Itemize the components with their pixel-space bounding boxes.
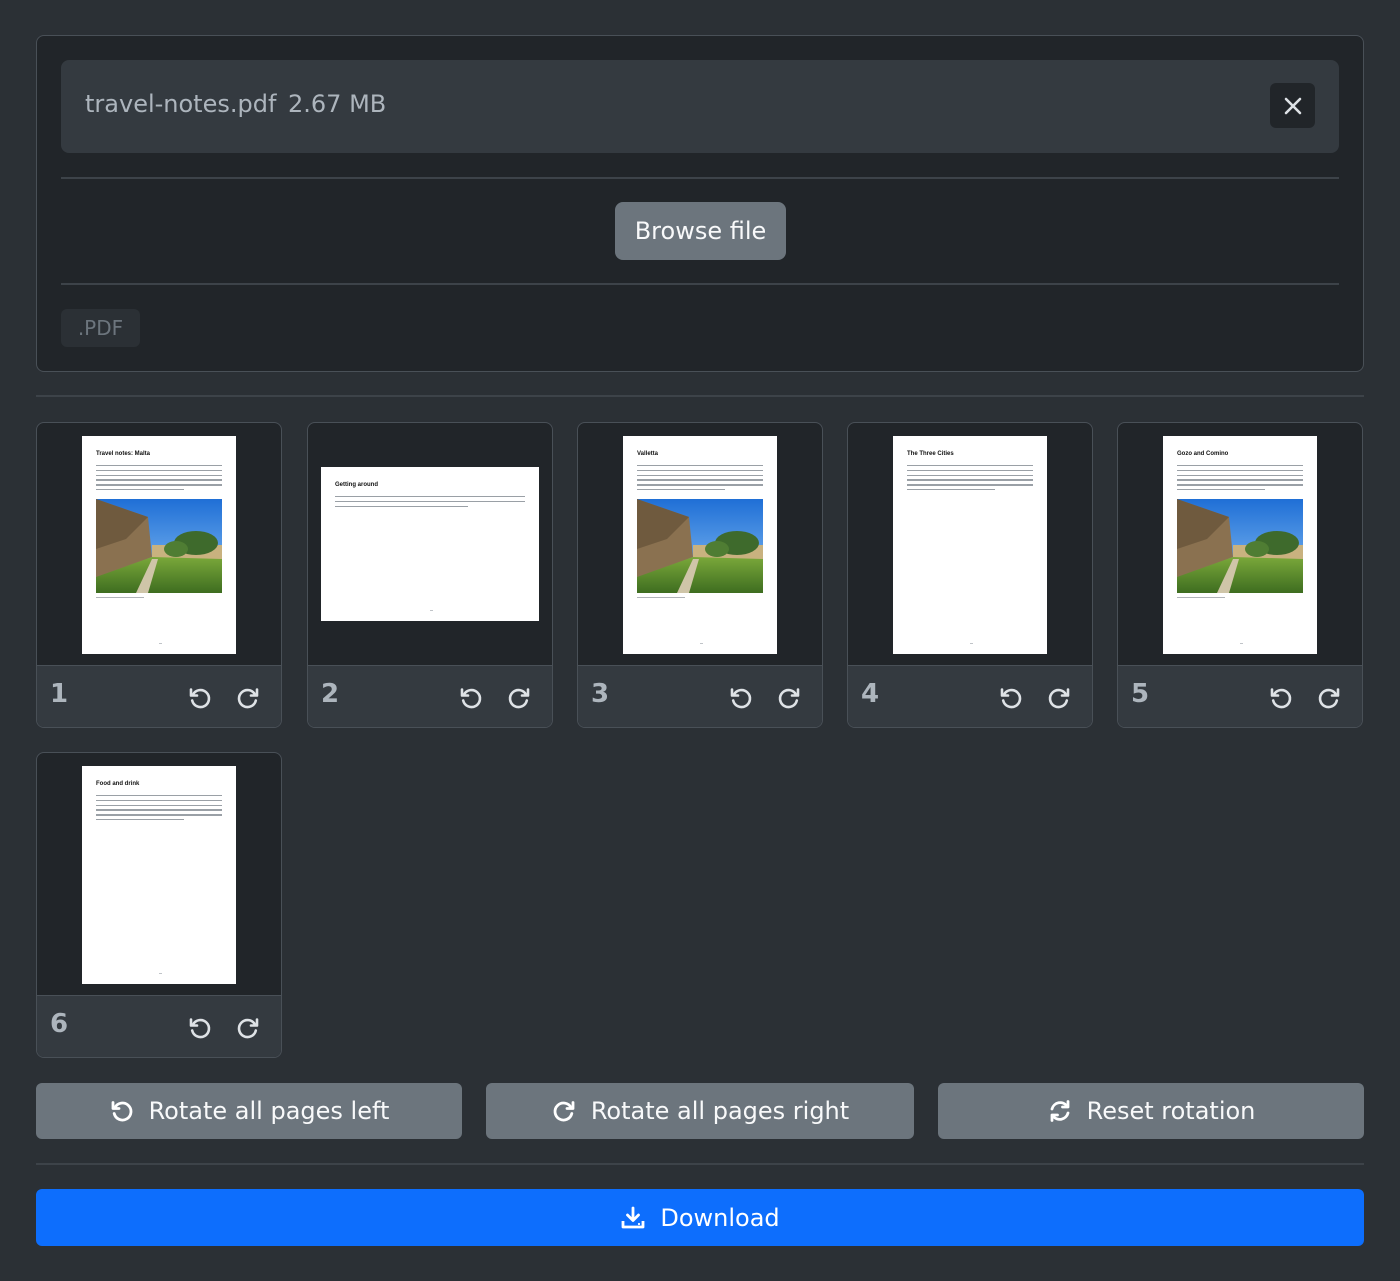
thumbnail-page-marker — [430, 610, 433, 612]
thumbnail-text — [1177, 465, 1303, 494]
page-number: 5 — [1131, 679, 1150, 709]
close-icon — [1284, 97, 1301, 114]
page-card: Valletta 3 — [577, 422, 823, 728]
rotate-page-right-button[interactable] — [232, 1012, 264, 1044]
rotate-right-icon — [778, 688, 800, 709]
rotate-page-right-button[interactable] — [232, 682, 264, 714]
page-footer: 4 — [848, 665, 1092, 727]
download-label: Download — [660, 1203, 780, 1232]
selected-file-row: travel-notes.pdf 2.67 MB — [61, 60, 1339, 153]
thumbnail-page-marker — [970, 643, 973, 645]
page-thumbnail: Gozo and Comino — [1163, 436, 1317, 654]
rotate-right-icon — [237, 1018, 259, 1039]
rotate-page-right-button[interactable] — [1313, 682, 1345, 714]
thumbnail-title: The Three Cities — [907, 451, 954, 457]
thumbnail-photo — [637, 499, 763, 593]
rotate-page-left-button[interactable] — [995, 682, 1027, 714]
remove-file-button[interactable] — [1270, 83, 1315, 128]
thumbnail-caption — [1177, 597, 1225, 599]
rotate-page-left-button[interactable] — [455, 682, 487, 714]
accepted-extension-badge: .PDF — [61, 309, 140, 347]
thumbnail-page-marker — [700, 643, 703, 645]
rotate-right-icon — [508, 688, 530, 709]
rotate-left-icon — [1000, 688, 1022, 709]
reset-rotation-button[interactable]: Reset rotation — [938, 1083, 1364, 1139]
page-thumbnail: Travel notes: Malta — [82, 436, 236, 654]
rotate-page-left-button[interactable] — [725, 682, 757, 714]
thumbnail-page-marker — [1240, 643, 1243, 645]
page-thumbnail: Valletta — [623, 436, 777, 654]
thumbnail-title: Gozo and Comino — [1177, 451, 1229, 457]
download-icon — [621, 1206, 645, 1228]
thumbnail-title: Valletta — [637, 451, 659, 457]
rotate-left-icon — [460, 688, 482, 709]
thumbnail-photo — [96, 499, 222, 593]
rotate-page-left-button[interactable] — [1265, 682, 1297, 714]
page-number: 4 — [861, 679, 880, 709]
rotate-left-icon — [730, 688, 752, 709]
page-number: 2 — [321, 679, 340, 709]
rotate-page-right-button[interactable] — [773, 682, 805, 714]
page-card: The Three Cities 4 — [847, 422, 1093, 728]
file-name: travel-notes.pdf — [85, 90, 277, 118]
page-footer: 1 — [37, 665, 281, 727]
browse-file-button[interactable]: Browse file — [615, 202, 786, 260]
divider — [36, 1163, 1364, 1165]
thumbnail-caption — [96, 597, 144, 599]
page-number: 3 — [591, 679, 610, 709]
divider — [36, 395, 1364, 397]
rotate-right-icon — [1048, 688, 1070, 709]
page-thumbnail: The Three Cities — [893, 436, 1047, 654]
thumbnail-text — [96, 465, 222, 494]
thumbnail-title: Food and drink — [96, 781, 140, 787]
rotate-all-right-label: Rotate all pages right — [590, 1097, 850, 1125]
thumbnail-text — [907, 465, 1033, 494]
rotate-right-icon — [553, 1101, 575, 1122]
reset-icon — [1050, 1100, 1069, 1122]
rotate-page-left-button[interactable] — [184, 682, 216, 714]
page-footer: 5 — [1118, 665, 1362, 727]
rotate-right-icon — [1318, 688, 1340, 709]
page-card: Travel notes: Malta 1 — [36, 422, 282, 728]
rotate-page-right-button[interactable] — [503, 682, 535, 714]
thumbnail-page-marker — [159, 973, 162, 975]
thumbnail-title: Travel notes: Malta — [96, 451, 151, 457]
page-card: Getting around 2 — [307, 422, 553, 728]
page-footer: 3 — [578, 665, 822, 727]
thumbnail-page-marker — [159, 643, 162, 645]
rotate-all-left-button[interactable]: Rotate all pages left — [36, 1083, 462, 1139]
page-thumbnail: Food and drink — [82, 766, 236, 984]
reset-rotation-label: Reset rotation — [1086, 1097, 1256, 1125]
rotate-all-right-button[interactable]: Rotate all pages right — [486, 1083, 914, 1139]
divider — [61, 177, 1339, 179]
rotate-left-icon — [189, 1018, 211, 1039]
rotate-left-icon — [111, 1101, 132, 1122]
thumbnail-title: Getting around — [335, 482, 378, 488]
thumbnail-text — [637, 465, 763, 494]
thumbnail-caption — [637, 597, 685, 599]
rotate-page-left-button[interactable] — [184, 1012, 216, 1044]
page-card: Gozo and Comino 5 — [1117, 422, 1363, 728]
download-button[interactable]: Download — [36, 1189, 1364, 1246]
page-number: 6 — [50, 1009, 69, 1039]
rotate-all-left-label: Rotate all pages left — [148, 1097, 390, 1125]
rotate-left-icon — [189, 688, 211, 709]
upload-card: travel-notes.pdf 2.67 MB Browse file .PD… — [36, 35, 1364, 372]
rotate-page-right-button[interactable] — [1043, 682, 1075, 714]
thumbnail-text — [96, 795, 222, 824]
page-footer: 2 — [308, 665, 552, 727]
rotate-left-icon — [1270, 688, 1292, 709]
file-size: 2.67 MB — [288, 90, 387, 118]
thumbnail-text — [335, 496, 525, 510]
page-footer: 6 — [37, 995, 281, 1057]
page-thumbnail: Getting around — [321, 467, 539, 621]
page-card: Food and drink 6 — [36, 752, 282, 1058]
divider — [61, 283, 1339, 285]
page-number: 1 — [50, 679, 69, 709]
thumbnail-photo — [1177, 499, 1303, 593]
rotate-right-icon — [237, 688, 259, 709]
